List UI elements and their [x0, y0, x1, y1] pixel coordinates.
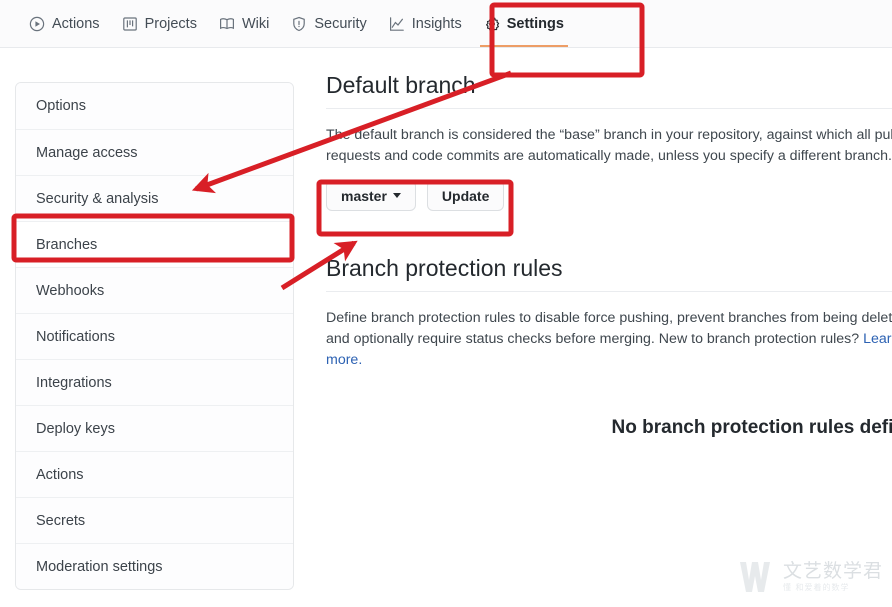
nav-tab-label: Insights: [411, 15, 462, 32]
repository-nav-list: Actions Projects Wiki Security Insights …: [0, 0, 892, 48]
branches-settings-content: Default branch The default branch is con…: [326, 72, 892, 439]
no-branch-protection-rules-message: No branch protection rules defined.: [611, 417, 892, 438]
sidebar-item-manage-access[interactable]: Manage access: [16, 129, 293, 175]
nav-tab-label: Security: [314, 15, 367, 32]
branch-protection-description: Define branch protection rules to disabl…: [326, 308, 892, 371]
chevron-down-icon: [392, 193, 401, 198]
nav-tab-label: Settings: [506, 15, 564, 32]
sidebar-item-moderation-settings[interactable]: Moderation settings: [16, 543, 293, 589]
update-default-branch-button[interactable]: Update: [426, 180, 505, 211]
shield-icon: [291, 16, 307, 32]
nav-tab-projects[interactable]: Projects: [111, 0, 208, 47]
sidebar-item-label: Security & analysis: [36, 190, 159, 207]
sidebar-item-options[interactable]: Options: [16, 83, 293, 129]
graph-icon: [389, 16, 405, 32]
sidebar-item-webhooks[interactable]: Webhooks: [16, 267, 293, 313]
gear-icon: [484, 15, 500, 32]
default-branch-description: The default branch is considered the “ba…: [326, 127, 892, 164]
sidebar-item-label: Options: [36, 98, 86, 114]
watermark: 文艺数学君 懂 和爱着的数学: [738, 558, 883, 596]
sidebar-item-label: Branches: [36, 236, 98, 253]
sidebar-item-label: Secrets: [36, 512, 86, 529]
nav-tab-label: Wiki: [241, 15, 270, 32]
sidebar-item-branches[interactable]: Branches: [16, 221, 293, 267]
sidebar-item-label: Manage access: [36, 144, 138, 161]
watermark-logo-icon: [740, 562, 770, 592]
default-branch-heading: Default branch: [326, 72, 892, 109]
nav-tab-settings[interactable]: Settings: [473, 0, 575, 47]
sidebar-item-label: Moderation settings: [36, 558, 163, 575]
default-branch-select-button[interactable]: master: [326, 180, 416, 211]
watermark-text-block: 文艺数学君 懂 和爱着的数学: [783, 561, 883, 593]
nav-tab-label: Projects: [144, 15, 197, 32]
sidebar-item-integrations[interactable]: Integrations: [16, 359, 293, 405]
book-icon: [219, 16, 235, 32]
settings-sidebar: Options Manage access Security & analysi…: [15, 82, 294, 590]
nav-tab-security[interactable]: Security: [280, 0, 377, 47]
update-button-label: Update: [441, 187, 490, 204]
branch-protection-rules-heading: Branch protection rules: [326, 255, 892, 292]
sidebar-item-secrets[interactable]: Secrets: [16, 497, 293, 543]
sidebar-item-label: Notifications: [36, 328, 115, 345]
project-board-icon: [122, 16, 138, 32]
sidebar-item-deploy-keys[interactable]: Deploy keys: [16, 405, 293, 451]
nav-tab-wiki[interactable]: Wiki: [208, 0, 280, 47]
watermark-title: 文艺数学君: [783, 560, 884, 582]
sidebar-item-label: Deploy keys: [36, 420, 115, 437]
nav-tab-actions[interactable]: Actions: [18, 0, 111, 47]
sidebar-item-label: Integrations: [36, 374, 112, 391]
sidebar-item-notifications[interactable]: Notifications: [16, 313, 293, 359]
repository-nav-bar: Actions Projects Wiki Security Insights …: [0, 0, 892, 48]
sidebar-item-security-and-analysis[interactable]: Security & analysis: [16, 175, 293, 221]
sidebar-item-label: Actions: [36, 466, 84, 483]
branch-protection-description-text: Define branch protection rules to disabl…: [326, 310, 892, 347]
nav-tab-label: Actions: [52, 15, 100, 32]
default-branch-name: master: [341, 187, 387, 204]
watermark-subtitle: 懂 和爱着的数学: [783, 583, 850, 592]
nav-tab-insights[interactable]: Insights: [378, 0, 473, 47]
sidebar-item-label: Webhooks: [36, 282, 105, 299]
sidebar-item-actions[interactable]: Actions: [16, 451, 293, 497]
play-circle-icon: [29, 16, 45, 32]
default-branch-controls: master Update: [326, 180, 892, 211]
